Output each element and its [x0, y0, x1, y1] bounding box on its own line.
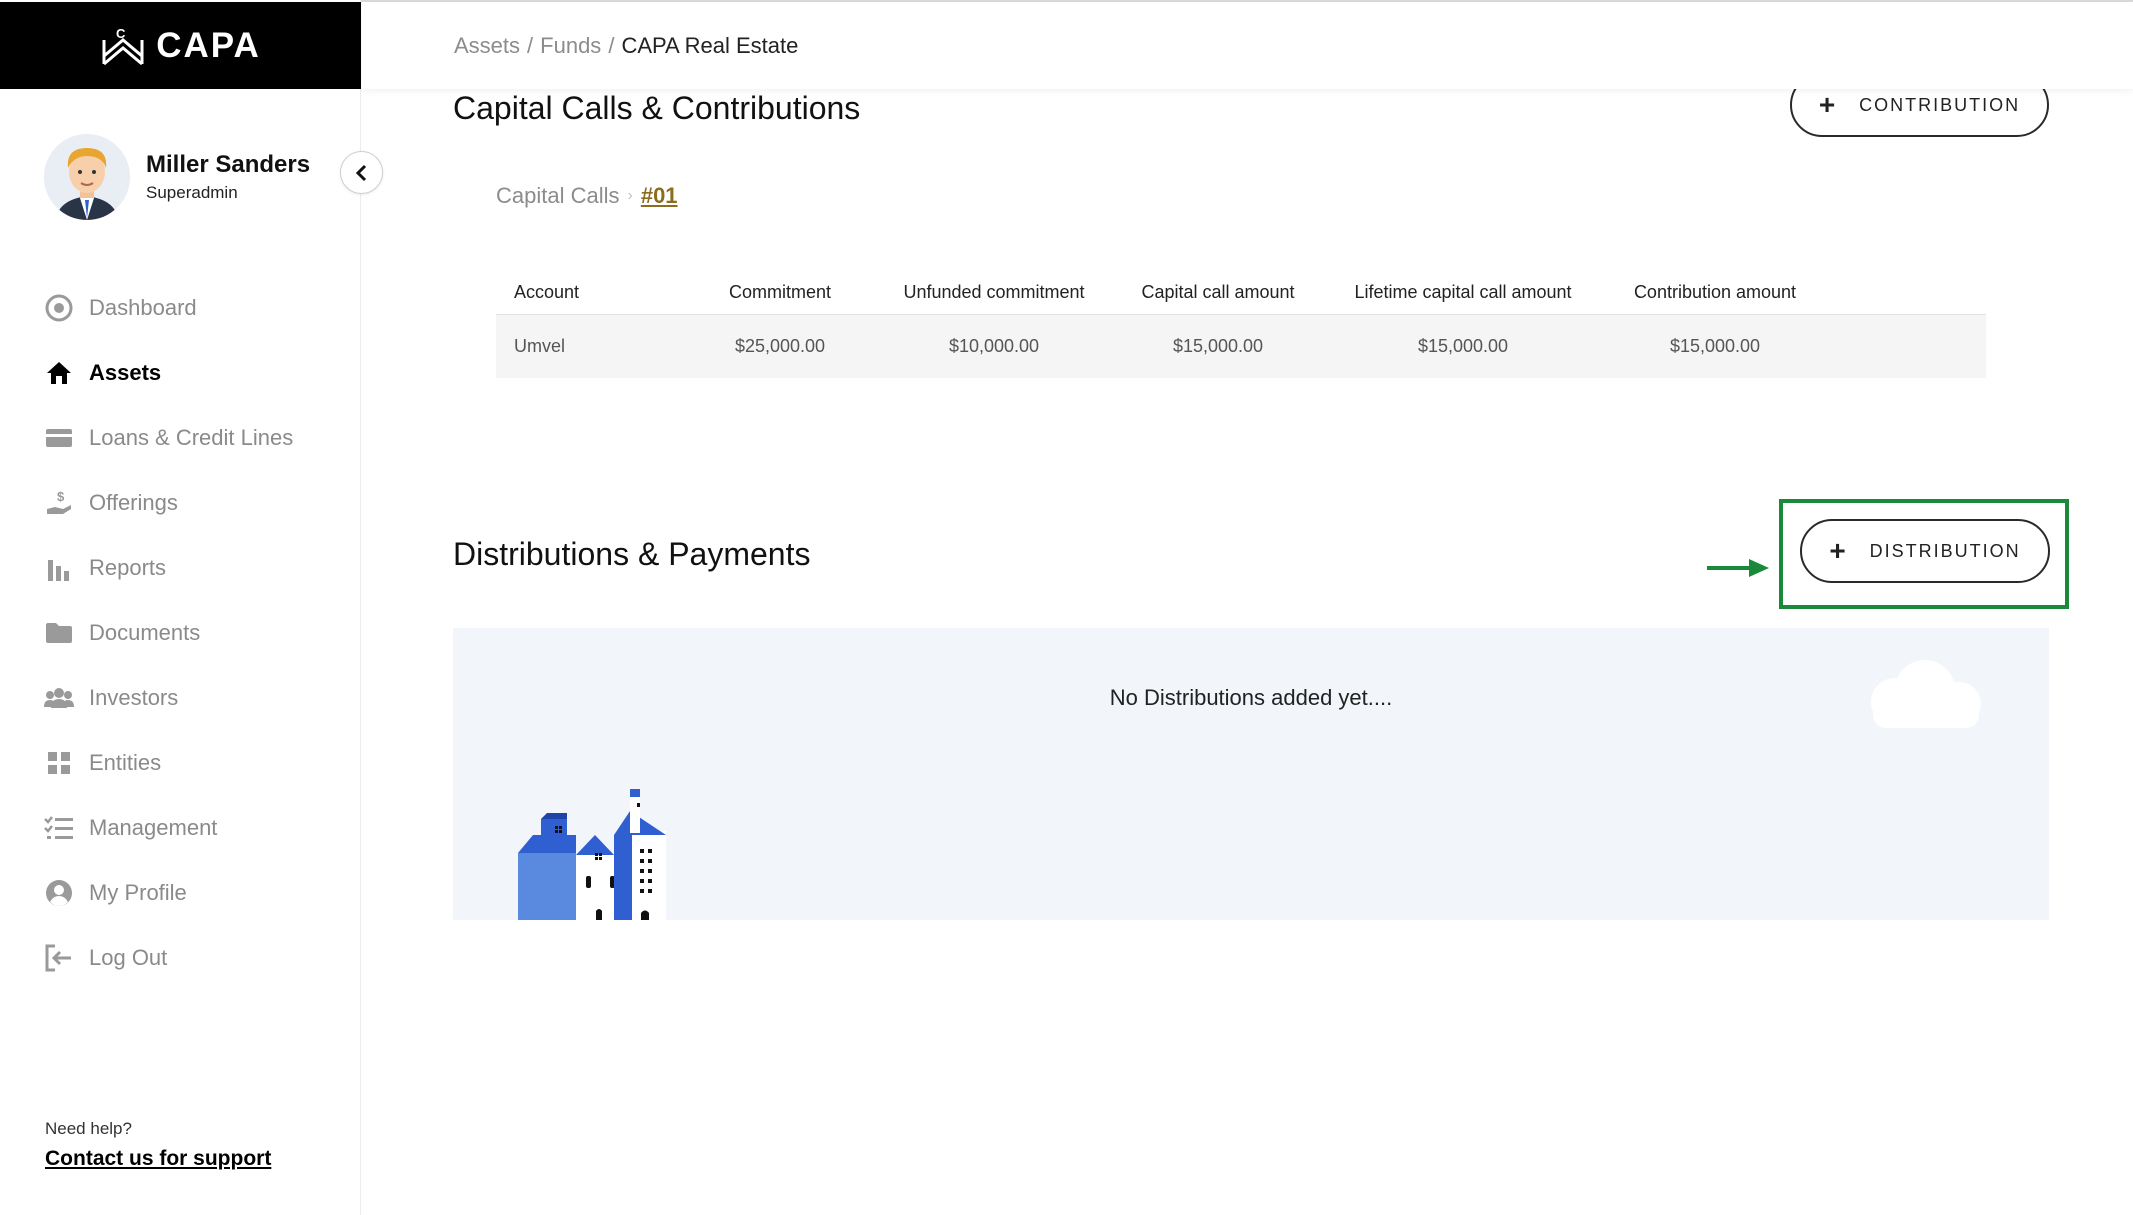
checklist-icon [44, 813, 74, 843]
help-question: Need help? [45, 1119, 132, 1138]
table-header: Account Commitment Unfunded commitment C… [496, 270, 1986, 315]
distributions-empty-state: No Distributions added yet.... [453, 628, 2049, 920]
credit-card-icon [44, 423, 74, 453]
column-header: Capital call amount [1141, 281, 1295, 302]
capital-calls-breadcrumb: Capital Calls › #01 [496, 183, 678, 209]
breadcrumb-separator: / [527, 32, 534, 58]
table-row[interactable]: Umvel $25,000.00 $10,000.00 $15,000.00 $… [496, 315, 1986, 378]
table-cell: $25,000.00 [734, 336, 826, 356]
collapse-sidebar-button[interactable] [340, 151, 383, 194]
contact-support-link[interactable]: Contact us for support [45, 1147, 271, 1171]
avatar [44, 134, 130, 220]
empty-message: No Distributions added yet.... [1109, 685, 1393, 710]
sidebar-item-label: Offerings [89, 489, 178, 515]
capital-calls-table: Account Commitment Unfunded commitment C… [496, 270, 1986, 378]
chevron-left-icon [355, 164, 366, 181]
table-cell: $15,000.00 [1172, 336, 1264, 356]
column-header: Lifetime capital call amount [1354, 281, 1572, 302]
svg-text:$: $ [57, 489, 65, 504]
logout-icon [44, 943, 74, 973]
sidebar-item-offerings[interactable]: $ Offerings [44, 470, 344, 535]
breadcrumb-current: CAPA Real Estate [621, 32, 799, 58]
user-circle-icon [44, 878, 74, 908]
breadcrumb-assets[interactable]: Assets [454, 33, 520, 59]
user-profile: Miller Sanders Superadmin [44, 134, 310, 220]
sidebar-item-my-profile[interactable]: My Profile [44, 860, 344, 925]
dashboard-icon [44, 293, 74, 323]
home-icon [44, 358, 74, 388]
sidebar-item-assets[interactable]: Assets [44, 340, 344, 405]
breadcrumb-separator: / [608, 32, 615, 58]
sidebar-item-label: Reports [89, 554, 167, 580]
sidebar-item-loans[interactable]: Loans & Credit Lines [44, 405, 344, 470]
sidebar-item-label: Loans & Credit Lines [89, 424, 294, 450]
sidebar-item-entities[interactable]: Entities [44, 730, 344, 795]
buildings-illustration-icon [518, 789, 666, 920]
sidebar-item-documents[interactable]: Documents [44, 600, 344, 665]
sidebar: C CAPA Miller Sanders Superadmin Dashboa… [0, 0, 361, 1215]
sidebar-item-label: Investors [89, 684, 179, 710]
grid-icon [44, 748, 74, 778]
sidebar-item-label: My Profile [89, 879, 187, 905]
hand-dollar-icon: $ [44, 488, 74, 518]
column-header: Contribution amount [1633, 281, 1797, 302]
bar-chart-icon [44, 553, 74, 583]
column-header: Commitment [728, 281, 831, 302]
plus-icon: + [1829, 535, 1848, 566]
sidebar-item-reports[interactable]: Reports [44, 535, 344, 600]
svg-text:C: C [116, 26, 126, 41]
sidebar-item-investors[interactable]: Investors [44, 665, 344, 730]
breadcrumb: Assets / Funds / CAPA Real Estate [454, 33, 798, 59]
logo-text: CAPA [156, 25, 261, 65]
help-section: Need help? Contact us for support [45, 1119, 271, 1171]
sidebar-item-label: Dashboard [89, 294, 197, 320]
user-name: Miller Sanders [146, 151, 311, 178]
arrow-right-icon [1707, 559, 1769, 577]
capital-call-number[interactable]: #01 [641, 183, 678, 209]
user-role: Superadmin [146, 183, 238, 202]
top-header: Assets / Funds / CAPA Real Estate [362, 2, 2133, 89]
sidebar-item-label: Management [89, 814, 218, 840]
table-cell: $10,000.00 [948, 336, 1040, 356]
sidebar-item-label: Assets [89, 359, 162, 385]
distribution-button-label: DISTRIBUTION [1869, 540, 2021, 561]
table-cell: $15,000.00 [1669, 336, 1761, 356]
table-cell: $15,000.00 [1417, 336, 1509, 356]
folder-icon [44, 618, 74, 648]
sidebar-nav: Dashboard Assets Loans & Credit Lines $ … [44, 275, 344, 990]
plus-icon: + [1818, 89, 1838, 120]
distributions-title: Distributions & Payments [453, 536, 811, 572]
users-icon [44, 683, 74, 713]
add-distribution-button[interactable]: + DISTRIBUTION [1800, 519, 2050, 583]
contribution-button-label: CONTRIBUTION [1859, 94, 2021, 115]
logo-bar[interactable]: C CAPA [0, 2, 361, 89]
column-header: Account [514, 281, 580, 302]
sidebar-item-label: Entities [89, 749, 162, 775]
sidebar-item-log-out[interactable]: Log Out [44, 925, 344, 990]
column-header: Unfunded commitment [903, 281, 1085, 302]
sidebar-item-dashboard[interactable]: Dashboard [44, 275, 344, 340]
sidebar-item-management[interactable]: Management [44, 795, 344, 860]
cloud-icon [1871, 660, 1981, 728]
table-cell: Umvel [514, 336, 566, 356]
sidebar-item-label: Documents [89, 619, 201, 645]
breadcrumb-funds[interactable]: Funds [540, 33, 601, 59]
capital-calls-title: Capital Calls & Contributions [453, 90, 861, 126]
sidebar-item-label: Log Out [89, 944, 168, 970]
capa-logo-icon: C [102, 26, 144, 65]
capital-calls-link[interactable]: Capital Calls [496, 183, 620, 209]
chevron-right-icon: › [627, 187, 633, 204]
